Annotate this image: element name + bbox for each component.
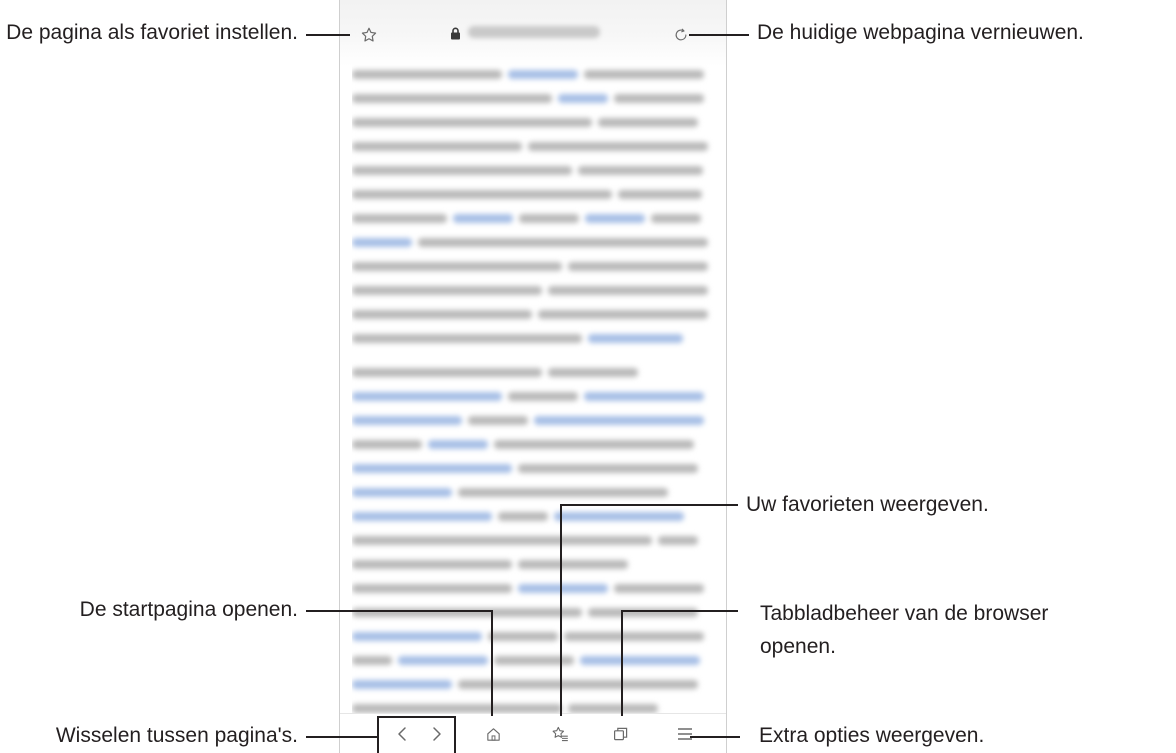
callout-more: Extra opties weergeven. (759, 724, 985, 747)
chevron-left-icon[interactable] (392, 723, 414, 745)
leader-bookmarks-vertical (560, 504, 562, 716)
callout-tabs-line2: openen. (760, 635, 836, 658)
callout-home: De startpagina openen. (79, 598, 298, 621)
leader-refresh (689, 34, 749, 36)
callout-favorite: De pagina als favoriet instellen. (6, 21, 298, 44)
page-content-blurred (352, 58, 714, 713)
leader-home-vertical (491, 610, 493, 716)
browser-screen (339, 0, 727, 753)
bracket-right (454, 716, 456, 753)
bracket-left (377, 716, 379, 753)
callout-navigate: Wisselen tussen pagina's. (55, 724, 298, 747)
callout-bookmarks: Uw favorieten weergeven. (746, 493, 989, 516)
bracket-top (377, 716, 455, 718)
home-icon[interactable] (482, 723, 504, 745)
callout-tabs-line1: Tabbladbeheer van de browser (760, 602, 1049, 625)
leader-navigate (306, 736, 378, 738)
leader-bookmarks (560, 504, 738, 506)
leader-home (306, 610, 492, 612)
bottom-toolbar (340, 713, 726, 753)
chevron-right-icon[interactable] (425, 723, 447, 745)
leader-tabs (621, 610, 738, 612)
leader-tabs-vertical (621, 610, 623, 716)
leader-more (690, 736, 740, 738)
tabs-icon[interactable] (610, 723, 632, 745)
leader-favorite (306, 34, 350, 36)
menu-icon[interactable] (674, 723, 696, 745)
callout-tabs: Tabbladbeheer van de browser openen. (760, 597, 1140, 663)
callout-refresh: De huidige webpagina vernieuwen. (757, 21, 1084, 44)
bookmarks-list-icon[interactable] (549, 723, 571, 745)
star-outline-icon[interactable] (358, 24, 380, 46)
url-text[interactable] (468, 26, 600, 38)
address-bar (340, 0, 726, 66)
paragraph-1 (352, 70, 714, 346)
paragraph-2 (352, 368, 714, 713)
lock-icon (448, 25, 462, 41)
